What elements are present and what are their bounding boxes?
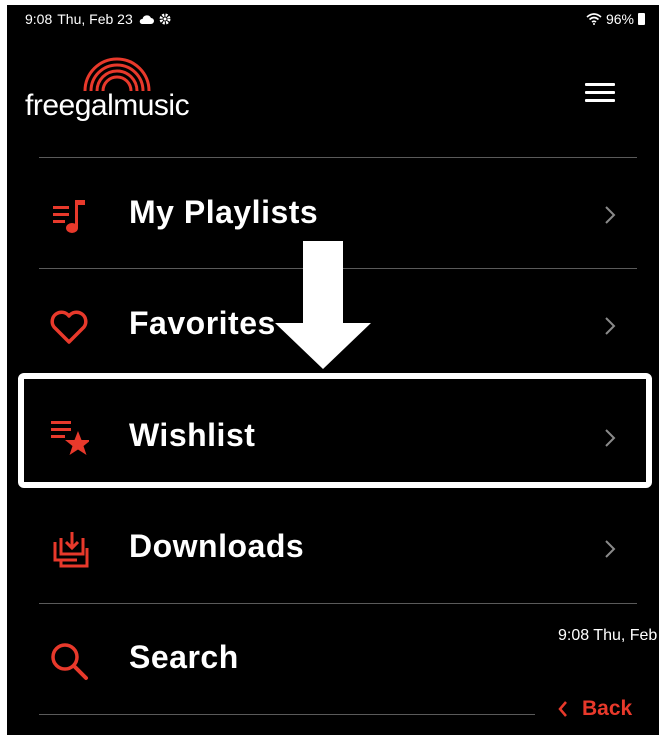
down-arrow-icon xyxy=(275,241,371,369)
menu-item-label: My Playlists xyxy=(129,194,319,230)
chevron-right-icon xyxy=(605,317,616,335)
status-right: 96% xyxy=(586,11,645,27)
heart-icon xyxy=(50,310,88,344)
app-screen: 9:08 Thu, Feb 23 96% freegalmusic My Pla… xyxy=(7,5,659,735)
freegal-logo[interactable]: freegalmusic xyxy=(25,55,225,125)
overlay-status-text: 9:08 Thu, Feb xyxy=(558,627,658,644)
chevron-right-icon xyxy=(605,540,616,558)
divider xyxy=(39,157,637,158)
chevron-right-icon xyxy=(605,206,616,224)
menu-item-downloads[interactable]: Downloads xyxy=(39,494,639,604)
gear-icon xyxy=(159,13,171,25)
status-time: 9:08 xyxy=(25,11,53,27)
cloud-icon xyxy=(139,14,154,24)
wishlist-highlight-box xyxy=(18,373,652,488)
playlist-icon xyxy=(53,200,85,233)
hamburger-menu-button[interactable] xyxy=(585,83,615,103)
back-label: Back xyxy=(582,697,633,720)
battery-percent: 96% xyxy=(605,11,634,27)
status-bar: 9:08 Thu, Feb 23 96% xyxy=(7,5,659,33)
battery-icon xyxy=(638,13,645,25)
divider xyxy=(39,603,637,604)
download-icon xyxy=(53,532,89,568)
status-date: Thu, Feb 23 xyxy=(57,11,133,27)
wifi-icon xyxy=(586,13,602,25)
status-left: 9:08 Thu, Feb 23 xyxy=(25,11,171,27)
menu-item-label: Search xyxy=(129,639,239,675)
back-button[interactable]: Back xyxy=(558,697,632,721)
menu-item-label: Favorites xyxy=(129,305,276,341)
logo-text: freegalmusic xyxy=(25,89,190,122)
menu-item-label: Downloads xyxy=(129,528,305,564)
divider xyxy=(39,714,535,715)
menu-item-search[interactable]: Search xyxy=(39,605,639,715)
search-icon xyxy=(51,643,88,680)
chevron-left-icon xyxy=(558,701,567,717)
